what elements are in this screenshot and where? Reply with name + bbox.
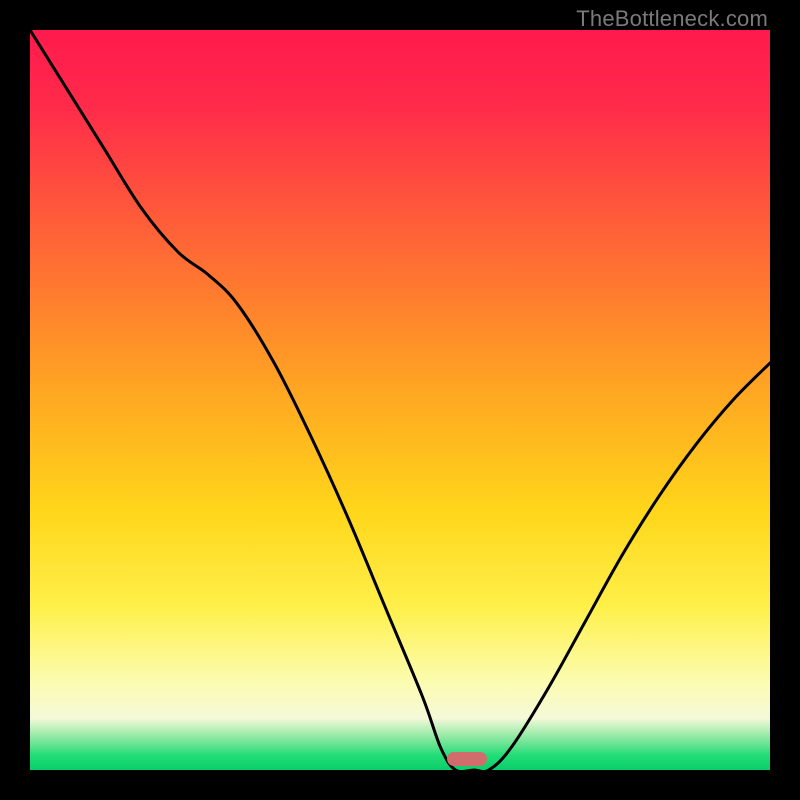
curve-path <box>30 30 770 770</box>
chart-frame: TheBottleneck.com <box>0 0 800 800</box>
bottleneck-curve <box>30 30 770 770</box>
plot-area <box>30 30 770 770</box>
optimal-marker <box>447 752 487 766</box>
watermark-text: TheBottleneck.com <box>576 6 768 32</box>
